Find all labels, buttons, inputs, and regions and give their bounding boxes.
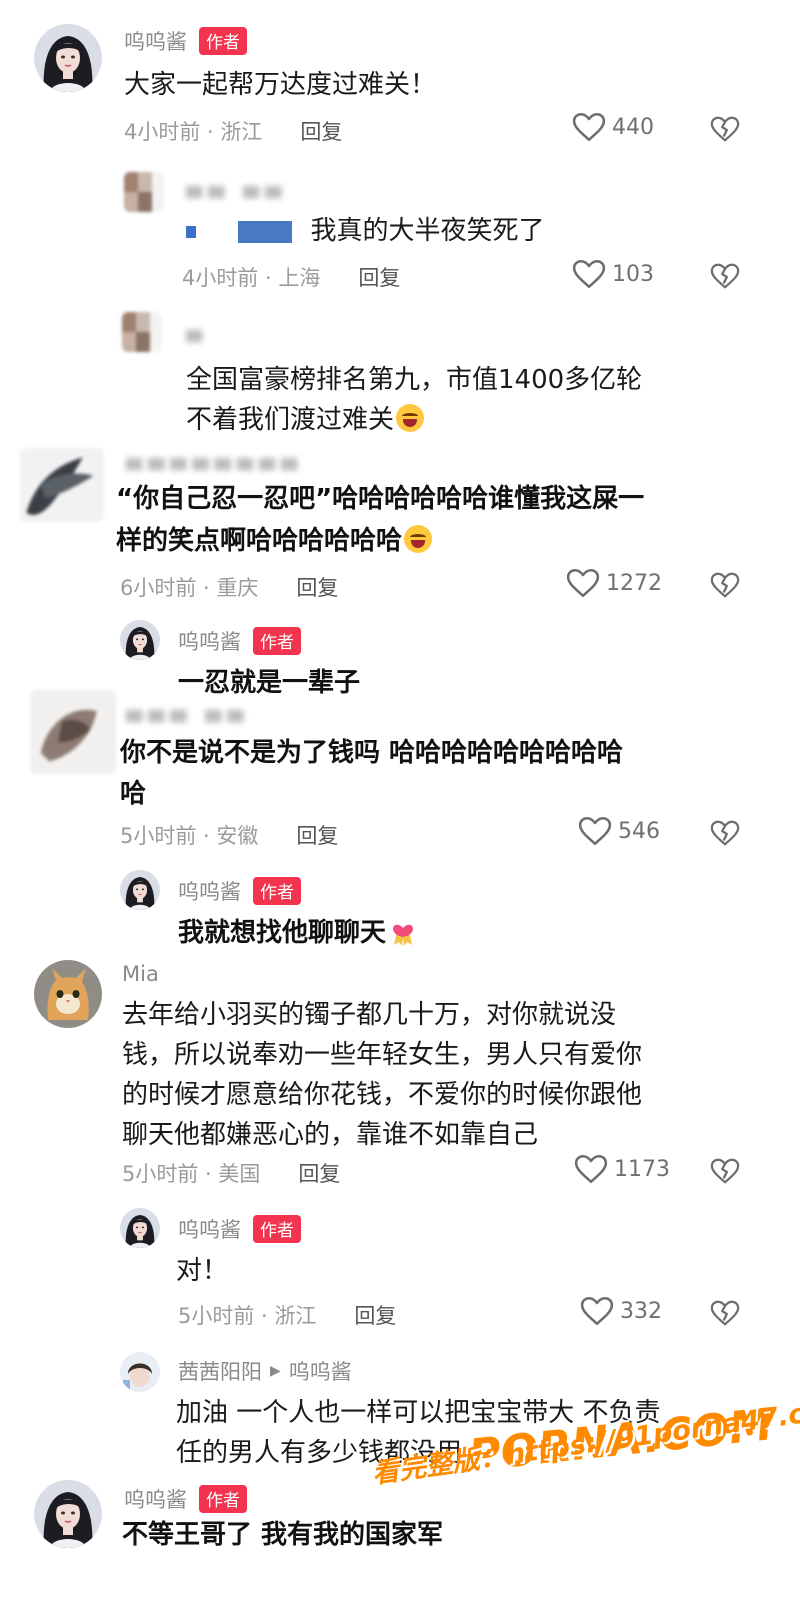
reply-button[interactable]: 回复	[300, 116, 342, 146]
like-button[interactable]: 440	[572, 112, 654, 142]
comment-time-location: 4小时前 · 上海	[182, 266, 321, 290]
comment-text-line: 你不是说不是为了钱吗 哈哈哈哈哈哈哈哈哈	[120, 738, 624, 768]
reply-button[interactable]: 回复	[298, 1158, 340, 1188]
avatar[interactable]	[34, 960, 102, 1028]
rolling-laugh-emoji	[396, 404, 425, 432]
avatar[interactable]	[122, 312, 162, 352]
comment-text-body: 我就想找他聊聊天	[178, 918, 387, 948]
reply-button[interactable]: 回复	[358, 262, 400, 292]
comment-text-line: “你自己忍一忍吧”哈哈哈哈哈哈谁懂我这屎一	[116, 484, 645, 514]
reply-button[interactable]: 回复	[296, 572, 338, 602]
like-button[interactable]: 332	[580, 1296, 662, 1326]
avatar[interactable]	[124, 172, 164, 212]
heart-icon	[572, 112, 606, 142]
like-button[interactable]: 103	[572, 259, 654, 289]
heart-ribbon-emoji	[390, 917, 416, 947]
reply-to-username[interactable]: 呜呜酱	[289, 1356, 352, 1386]
username-redacted[interactable]: ▄▄▄ ▄▄	[126, 698, 249, 722]
heart-icon	[566, 568, 600, 598]
avatar[interactable]	[120, 1208, 160, 1248]
like-count: 103	[612, 261, 654, 287]
heart-icon	[578, 816, 612, 846]
comment-time-location: 5小时前 · 浙江	[178, 1304, 317, 1328]
comment-text: 不等王哥了 我有我的国家军	[122, 1520, 444, 1550]
comment-text-line: 的时候才愿意给你花钱，不爱你的时候你跟他	[122, 1080, 643, 1110]
author-badge: 作者	[199, 27, 247, 55]
broken-heart-icon[interactable]	[710, 1298, 740, 1328]
avatar[interactable]	[120, 1352, 160, 1392]
username[interactable]: 呜呜酱	[178, 1214, 241, 1244]
like-button[interactable]: 546	[578, 816, 660, 846]
username[interactable]: Mia	[122, 962, 159, 986]
avatar[interactable]	[34, 24, 102, 92]
comment-text: 对！	[176, 1256, 229, 1286]
avatar[interactable]	[30, 690, 116, 774]
comment-text: 我真的大半夜笑死了	[186, 212, 545, 250]
username[interactable]: 茜茜阳阳	[178, 1356, 262, 1386]
like-count: 332	[620, 1298, 662, 1324]
comment-text-line-content: 不着我们渡过难关	[186, 405, 395, 435]
like-button[interactable]: 1173	[574, 1154, 670, 1184]
like-count: 440	[612, 114, 654, 140]
comment-text: 我就想找他聊聊天	[178, 914, 416, 952]
comment-text: 大家一起帮万达度过难关！	[124, 70, 437, 100]
broken-heart-icon[interactable]	[710, 818, 740, 848]
comment-time-location: 6小时前 · 重庆	[120, 576, 259, 600]
like-count: 1173	[614, 1156, 670, 1182]
username-redacted[interactable]: ▄▄ ▄▄	[186, 174, 287, 198]
comment-text-line: 去年给小羽买的镯子都几十万，对你就说没	[122, 1000, 617, 1030]
comment-text-line: 不着我们渡过难关	[186, 401, 425, 439]
like-button[interactable]: 1272	[566, 568, 662, 598]
username[interactable]: 呜呜酱	[124, 1484, 187, 1514]
username[interactable]: 呜呜酱	[178, 626, 241, 656]
heart-icon	[572, 259, 606, 289]
author-badge: 作者	[199, 1485, 247, 1513]
comment-text: 一忍就是一辈子	[178, 668, 361, 698]
comment-text-line: 聊天他都嫌恶心的，靠谁不如靠自己	[122, 1120, 539, 1150]
comment-text-line-content: 样的笑点啊哈哈哈哈哈哈	[116, 526, 403, 556]
comment-time-location: 5小时前 · 美国	[122, 1162, 261, 1186]
redacted-mark	[186, 225, 196, 238]
comment-text-line: 钱，所以说奉劝一些年轻女生，男人只有爱你	[122, 1040, 643, 1070]
author-badge: 作者	[253, 1215, 301, 1243]
avatar[interactable]	[120, 620, 160, 660]
comment-text-body: 我真的大半夜笑死了	[310, 216, 545, 246]
comment-text-line: 哈	[120, 779, 147, 809]
like-count: 546	[618, 818, 660, 844]
comment-time-location: 4小时前 · 浙江	[124, 120, 263, 144]
heart-icon	[580, 1296, 614, 1326]
avatar[interactable]	[20, 448, 104, 522]
like-count: 1272	[606, 570, 662, 596]
comment-time-location: 5小时前 · 安徽	[120, 824, 259, 848]
reply-button[interactable]: 回复	[296, 820, 338, 850]
comment-text-line: 全国富豪榜排名第九，市值1400多亿轮	[186, 365, 643, 395]
broken-heart-icon[interactable]	[710, 114, 740, 144]
username-redacted[interactable]: ▄	[186, 318, 208, 342]
rolling-laugh-emoji	[404, 525, 433, 553]
reply-button[interactable]: 回复	[354, 1300, 396, 1330]
redacted-mark	[238, 220, 293, 243]
username[interactable]: 呜呜酱	[124, 26, 187, 56]
comment-text-line: 样的笑点啊哈哈哈哈哈哈	[116, 522, 433, 560]
broken-heart-icon[interactable]	[710, 1156, 740, 1186]
avatar[interactable]	[120, 870, 160, 910]
broken-heart-icon[interactable]	[710, 570, 740, 600]
author-badge: 作者	[253, 877, 301, 905]
reply-arrow-icon: ▶	[270, 1363, 281, 1379]
broken-heart-icon[interactable]	[710, 261, 740, 291]
username-redacted[interactable]: ▄▄▄▄▄▄▄▄	[126, 446, 303, 470]
username[interactable]: 呜呜酱	[178, 876, 241, 906]
heart-icon	[574, 1154, 608, 1184]
avatar[interactable]	[34, 1480, 102, 1548]
author-badge: 作者	[253, 627, 301, 655]
